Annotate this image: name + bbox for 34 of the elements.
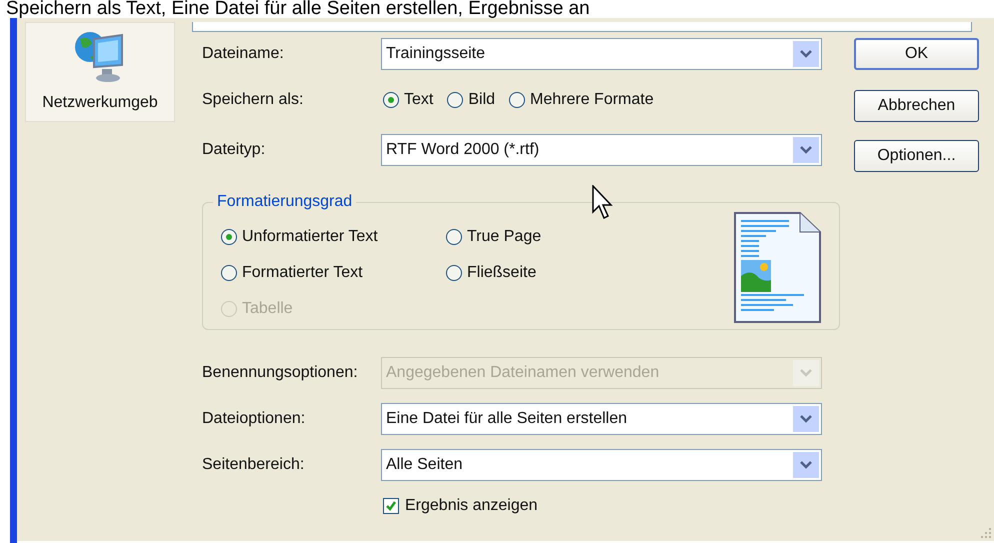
caption-text: Speichern als Text, Eine Datei für alle Seiten erstellen, Ergebnisse an — [6, 0, 590, 18]
field-label: Speichern als: — [201, 90, 304, 110]
radio-button[interactable] — [221, 265, 237, 281]
dropdown-field[interactable]: Eine Datei für alle Seiten erstellen — [381, 403, 822, 435]
radio-button[interactable] — [446, 265, 462, 281]
field-label: Seitenbereich: — [201, 455, 306, 475]
dialog-button[interactable]: OK — [854, 38, 979, 70]
places-item[interactable]: Netzwerkumgeb — [25, 22, 175, 122]
radio-button[interactable] — [221, 229, 237, 245]
field-label: Dateityp: — [201, 140, 266, 160]
radio-button[interactable] — [383, 92, 399, 108]
field-label: Dateioptionen: — [201, 409, 306, 429]
radio-option[interactable]: True Page — [446, 225, 646, 249]
checkbox[interactable] — [383, 498, 399, 514]
dropdown-field[interactable]: Alle Seiten — [381, 449, 822, 481]
resize-grip-icon — [980, 527, 992, 539]
radio-button[interactable] — [509, 92, 526, 108]
radio-button[interactable] — [447, 92, 464, 108]
radio-option[interactable]: Mehrere Formate — [509, 88, 654, 112]
radio-option: Tabelle — [221, 297, 446, 321]
radio-option[interactable]: Text — [383, 88, 434, 112]
radio-option[interactable]: Bild — [447, 88, 496, 112]
radio-option[interactable]: Unformatierter Text — [221, 225, 446, 249]
file-type-combo[interactable]: RTF Word 2000 (*.rtf) — [381, 134, 822, 166]
filename-combo[interactable]: Trainingsseite — [381, 38, 822, 70]
radio-button[interactable] — [446, 229, 462, 245]
field-label: Dateiname: — [201, 44, 285, 64]
radio-option[interactable]: Formatierter Text — [221, 261, 446, 285]
radio-option[interactable]: Fließseite — [446, 261, 646, 285]
document-preview-icon — [734, 212, 822, 324]
checkbox-option[interactable]: Ergebnis anzeigen — [383, 494, 832, 518]
dialog-button[interactable]: Optionen... — [854, 140, 979, 172]
field-label: Benennungsoptionen: — [201, 363, 359, 383]
dialog-button[interactable]: Abbrechen — [854, 90, 979, 122]
